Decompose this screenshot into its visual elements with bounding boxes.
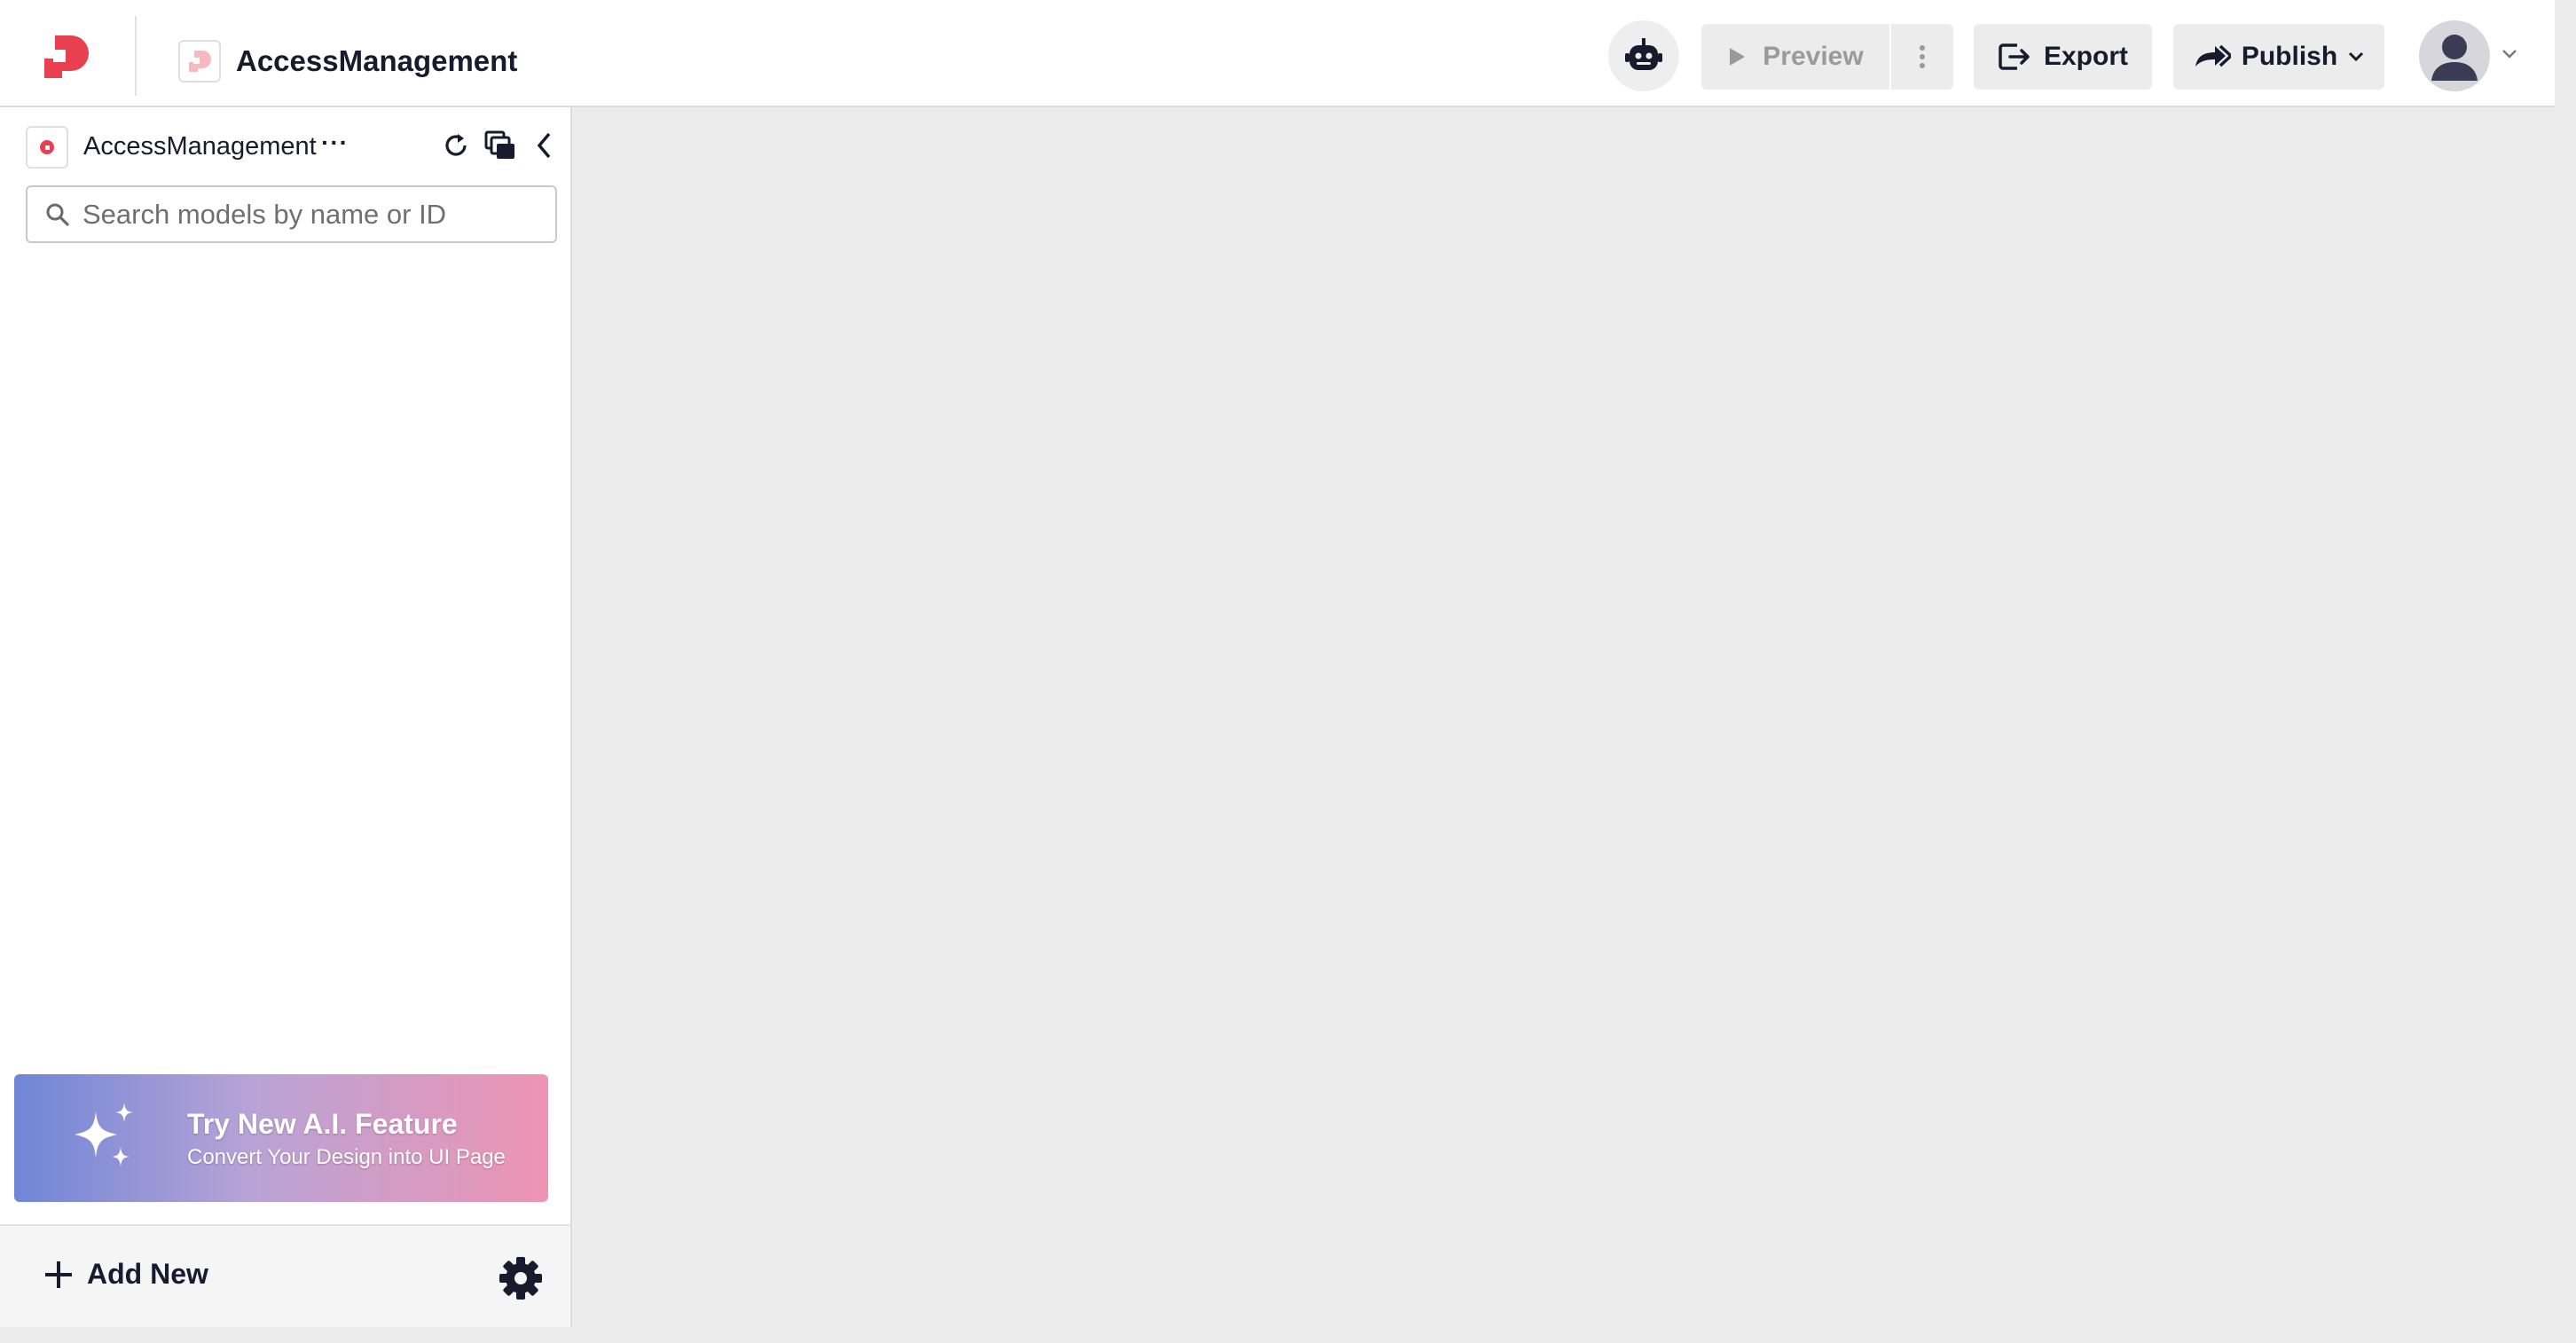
user-avatar[interactable] — [2419, 20, 2490, 91]
add-new-label: Add New — [87, 1258, 208, 1290]
account-menu-chevron-icon[interactable] — [2501, 48, 2518, 60]
ai-feature-banner[interactable]: Try New A.I. Feature Convert Your Design… — [14, 1074, 548, 1202]
robot-icon — [1625, 38, 1662, 70]
preview-label: Preview — [1763, 42, 1864, 71]
sidebar-project-name[interactable]: AccessManagement — [83, 132, 317, 161]
export-button[interactable]: Export — [1974, 24, 2152, 90]
chevron-down-icon — [2349, 51, 2364, 62]
sidebar-project-icon — [26, 126, 68, 169]
refresh-icon — [445, 134, 467, 156]
sparkle-icon — [75, 1103, 133, 1166]
share-arrow-icon — [2195, 44, 2231, 67]
user-icon — [2431, 35, 2478, 81]
export-icon — [1999, 43, 2030, 70]
search-icon — [46, 203, 69, 226]
gear-icon[interactable] — [499, 1256, 543, 1300]
ai-assistant-button[interactable] — [1608, 20, 1679, 91]
vertical-dots-icon — [1920, 45, 1925, 68]
publish-button[interactable]: Publish — [2173, 24, 2384, 90]
copy-button[interactable] — [483, 128, 518, 163]
export-label: Export — [2043, 42, 2128, 71]
preview-options-button[interactable] — [1891, 24, 1953, 90]
ai-banner-subtitle: Convert Your Design into UI Page — [187, 1145, 506, 1169]
model-search[interactable] — [26, 185, 557, 243]
project-more-button[interactable]: ··· — [321, 129, 349, 157]
add-new-button[interactable]: Add New — [43, 1258, 208, 1291]
project-icon — [178, 40, 221, 82]
refresh-button[interactable] — [438, 128, 474, 163]
header-divider — [135, 16, 137, 96]
copy-icon — [484, 130, 514, 159]
top-bar: AccessManagement Preview Export Publish — [0, 0, 2555, 107]
models-sidebar: AccessManagement ··· Try New A.I — [0, 107, 572, 1327]
collapse-sidebar-button[interactable] — [527, 128, 562, 163]
publish-label: Publish — [2241, 42, 2338, 71]
project-title: AccessManagement — [236, 44, 518, 77]
sidebar-footer: Add New — [0, 1224, 570, 1327]
main-canvas — [574, 109, 2555, 1343]
plus-icon — [45, 1261, 72, 1288]
app-logo[interactable] — [41, 32, 90, 82]
preview-button[interactable]: Preview — [1701, 24, 1889, 90]
ai-banner-title: Try New A.I. Feature — [187, 1108, 458, 1140]
play-icon — [1730, 48, 1746, 66]
chevron-left-icon — [537, 132, 551, 159]
search-input[interactable] — [82, 198, 526, 231]
